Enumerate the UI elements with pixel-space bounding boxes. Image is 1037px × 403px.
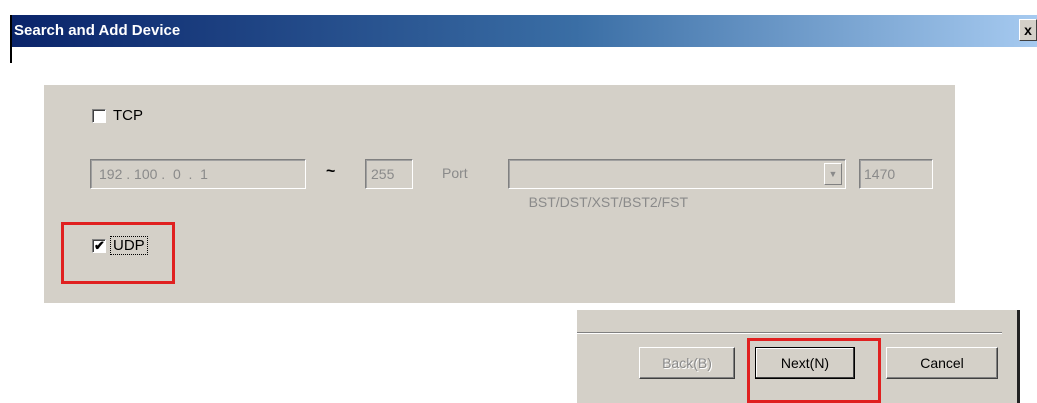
title-strip: Search and Add Device: [12, 15, 1037, 47]
end-ip-field[interactable]: 255: [365, 159, 413, 189]
back-button[interactable]: Back(B): [639, 347, 735, 379]
tcp-checkbox[interactable]: [92, 109, 106, 123]
port-number-field[interactable]: 1470: [859, 159, 933, 189]
protocol-select-value: BST/DST/XST/BST2/FST: [528, 194, 689, 210]
window-edge: [1017, 310, 1020, 403]
close-icon: x: [1024, 22, 1032, 38]
close-button[interactable]: x: [1019, 19, 1037, 41]
dialog-title: Search and Add Device: [14, 22, 181, 39]
protocol-select[interactable]: BST/DST/XST/BST2/FST ▼: [508, 159, 846, 210]
divider: [577, 332, 1002, 334]
tcp-label[interactable]: TCP: [113, 107, 143, 124]
cancel-button[interactable]: Cancel: [886, 347, 998, 379]
start-ip-field[interactable]: 192 . 100 . 0 . 1: [90, 159, 306, 189]
next-highlight-box: [747, 338, 881, 403]
udp-highlight-box: [61, 222, 175, 284]
chevron-down-icon[interactable]: ▼: [824, 163, 842, 185]
search-settings-panel: TCP 192 . 100 . 0 . 1 ~ 255 Port BST/DST…: [44, 85, 955, 303]
dialog-titlebar: Search and Add Device x: [10, 15, 1037, 63]
port-label: Port: [442, 165, 468, 181]
title-spacer: [12, 47, 1037, 63]
range-separator: ~: [326, 163, 336, 180]
